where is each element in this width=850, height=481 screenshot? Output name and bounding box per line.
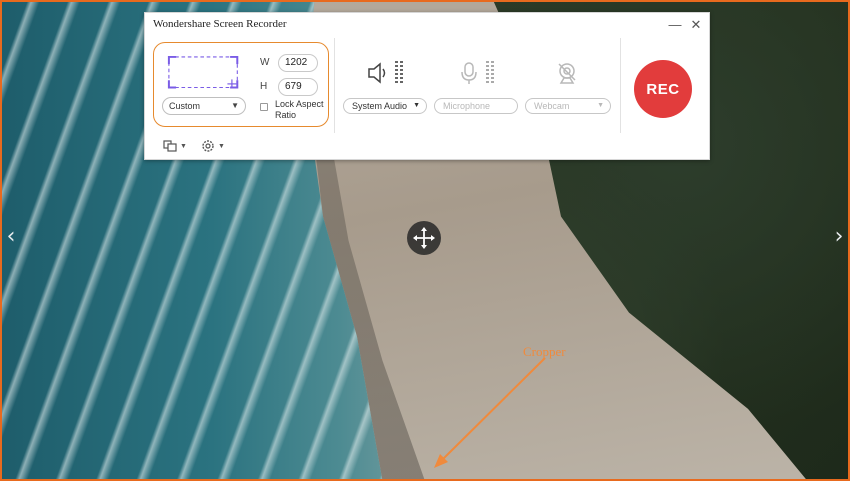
recorder-panel: Wondershare Screen Recorder — ✕ Custom ▼… [144, 12, 710, 160]
divider [334, 38, 335, 133]
webcam-label: Webcam [534, 101, 570, 111]
chevron-down-icon: ▼ [597, 102, 604, 109]
cropper-annotation-label: Cropper [523, 344, 566, 359]
chevron-down-icon: ▼ [231, 101, 239, 110]
window-title: Wondershare Screen Recorder [153, 18, 287, 30]
microphone-label: Microphone [443, 101, 491, 111]
screenshot-tool[interactable]: ▼ [163, 138, 187, 154]
area-preview-icon[interactable] [164, 56, 244, 92]
chevron-down-icon: ▼ [180, 142, 187, 150]
left-arrow-icon[interactable]: ‹ [4, 226, 18, 248]
speaker-icon[interactable] [365, 60, 391, 86]
microphone-icon[interactable] [456, 60, 482, 86]
close-button[interactable]: ✕ [686, 15, 706, 35]
chevron-down-icon: ▼ [413, 102, 420, 109]
mic-level-icon [486, 61, 494, 83]
right-arrow-icon[interactable]: › [832, 226, 846, 248]
title-bar[interactable]: Wondershare Screen Recorder — ✕ [145, 13, 709, 37]
webcam-select[interactable]: Webcam ▼ [525, 98, 611, 114]
move-handle[interactable] [407, 221, 441, 255]
chevron-down-icon: ▼ [218, 142, 225, 150]
microphone-select[interactable]: Microphone [434, 98, 518, 114]
move-icon [413, 227, 435, 249]
webcam-icon[interactable] [554, 60, 580, 86]
system-audio-select[interactable]: System Audio ▼ [343, 98, 427, 114]
width-input[interactable]: 1202 [278, 54, 318, 72]
settings-tool[interactable]: ▼ [201, 138, 225, 154]
capture-area-group: Custom ▼ W 1202 H 679 Lock Aspect Ratio [153, 42, 329, 127]
system-audio-label: System Audio [352, 101, 408, 111]
area-mode-select[interactable]: Custom ▼ [162, 97, 246, 115]
height-label: H [260, 81, 268, 92]
height-input[interactable]: 679 [278, 78, 318, 96]
lock-aspect-checkbox[interactable] [260, 103, 268, 111]
settings-icon [202, 140, 214, 152]
area-mode-value: Custom [169, 101, 201, 111]
record-button[interactable]: REC [634, 60, 692, 118]
screenshot-icon [163, 140, 177, 152]
audio-level-icon [395, 61, 403, 83]
divider [620, 38, 621, 133]
width-label: W [260, 57, 270, 68]
lock-aspect-label: Lock Aspect Ratio [275, 99, 324, 120]
minimize-button[interactable]: — [665, 15, 685, 35]
